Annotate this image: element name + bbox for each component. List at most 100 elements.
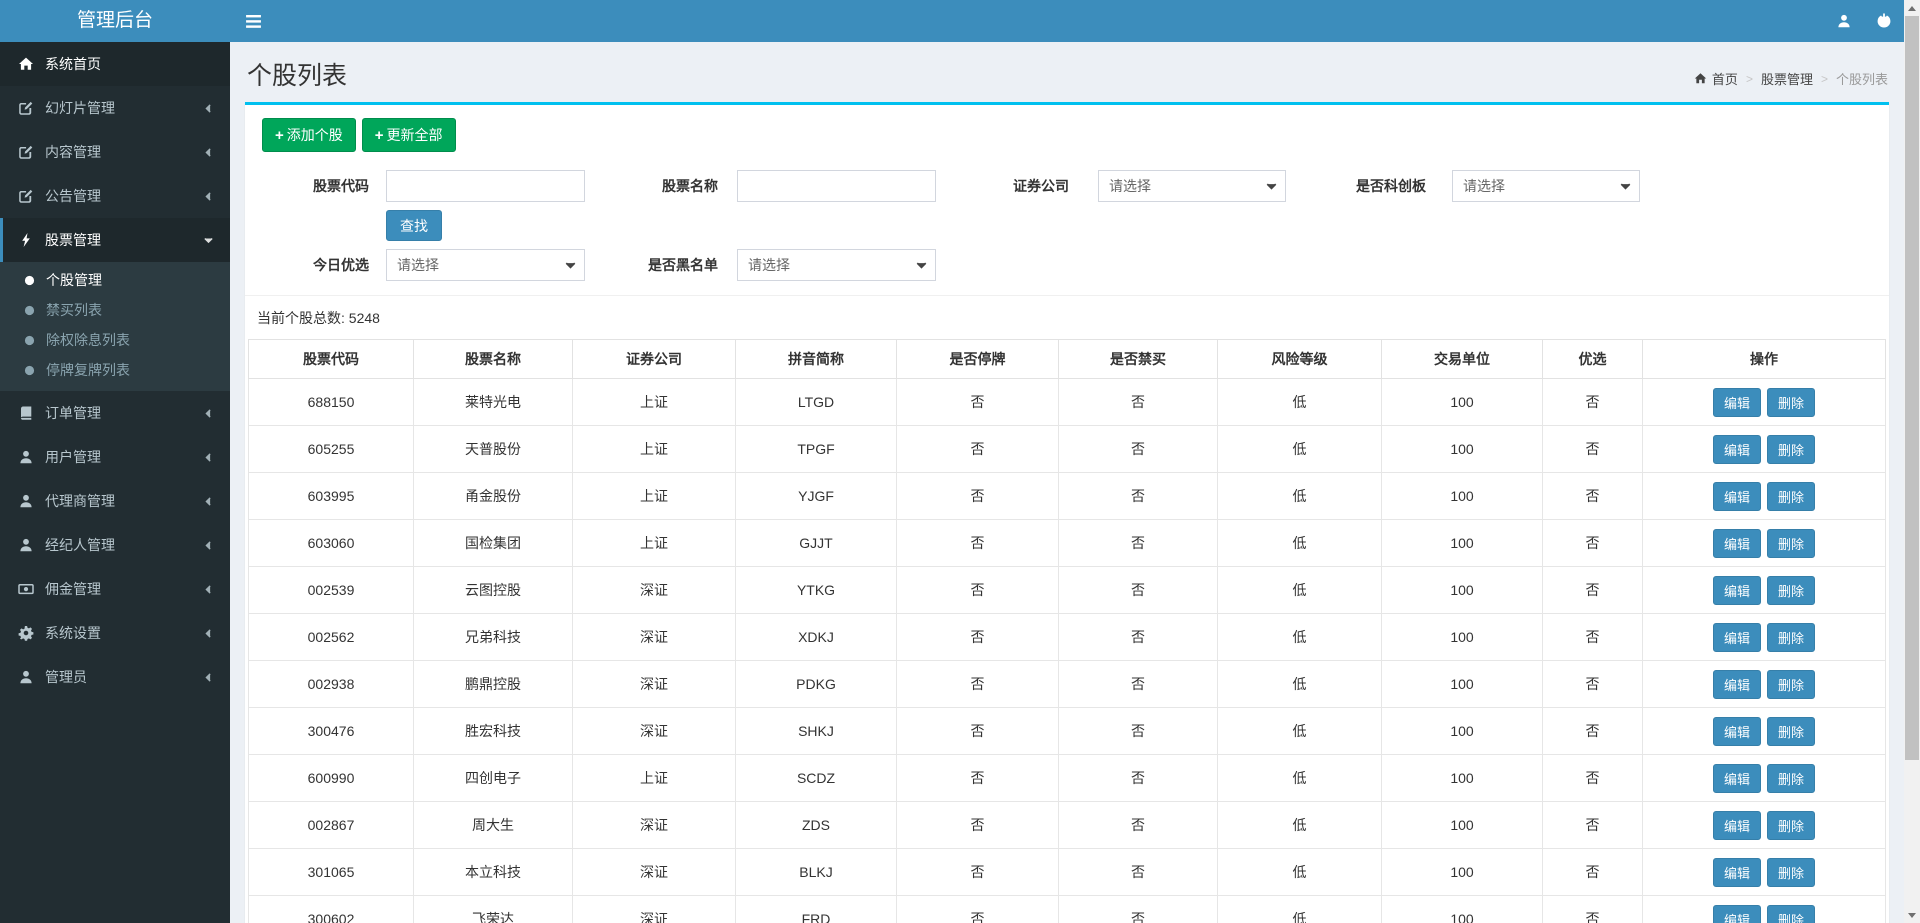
user-icon — [1836, 13, 1852, 29]
edit-button[interactable]: 编辑 — [1712, 669, 1761, 699]
edit-button[interactable]: 编辑 — [1712, 575, 1761, 605]
sidebar-item-admins[interactable]: 管理员 — [0, 655, 230, 699]
delete-button[interactable]: 删除 — [1767, 810, 1816, 840]
delete-button[interactable]: 删除 — [1767, 857, 1816, 887]
broker-label: 证券公司 — [1013, 178, 1069, 194]
column-header-actions: 操作 — [1642, 339, 1886, 379]
sidebar-subitem-xr-xd-list[interactable]: 除权除息列表 — [0, 325, 230, 355]
breadcrumb-item-2: 个股列表 — [1836, 69, 1888, 88]
delete-button[interactable]: 删除 — [1767, 622, 1816, 652]
cell-forbidden: 否 — [1058, 754, 1218, 802]
search-button[interactable]: 查找 — [386, 210, 442, 241]
delete-button[interactable]: 删除 — [1767, 716, 1816, 746]
cell-broker: 上证 — [572, 472, 736, 520]
sidebar-toggle-button[interactable] — [230, 0, 276, 42]
cell-stock-code: 603060 — [248, 519, 414, 567]
star-market-select[interactable]: 请选择 — [1452, 170, 1640, 202]
edit-button[interactable]: 编辑 — [1712, 387, 1761, 417]
sidebar-item-orders[interactable]: 订单管理 — [0, 391, 230, 435]
delete-button[interactable]: 删除 — [1767, 575, 1816, 605]
sidebar-item-commission[interactable]: 佣金管理 — [0, 567, 230, 611]
sidebar-item-agents[interactable]: 代理商管理 — [0, 479, 230, 523]
column-header-stock-name: 股票名称 — [413, 339, 573, 379]
cell-preferred: 否 — [1542, 613, 1643, 661]
gear-icon — [18, 625, 34, 641]
filter-row-1: 股票代码 股票名称 证券公司 请选择 是否科创板 请选择 — [255, 170, 1879, 202]
edit-button[interactable]: 编辑 — [1712, 763, 1761, 793]
admin-app: 管理后台 系统首页 幻灯片管理 内容管理 公告管理 股票管理 个股管理 禁买列表 除权除息列表… — [0, 0, 1920, 923]
edit-button[interactable]: 编辑 — [1712, 528, 1761, 558]
cell-actions: 编辑 删除 — [1642, 613, 1886, 661]
sidebar-item-home[interactable]: 系统首页 — [0, 42, 230, 86]
sidebar-item-users[interactable]: 用户管理 — [0, 435, 230, 479]
sidebar-subitem-forbidden-list[interactable]: 禁买列表 — [0, 295, 230, 325]
cell-forbidden: 否 — [1058, 566, 1218, 614]
sidebar-item-settings[interactable]: 系统设置 — [0, 611, 230, 655]
delete-button[interactable]: 删除 — [1767, 904, 1816, 923]
cell-actions: 编辑 删除 — [1642, 566, 1886, 614]
logout-button[interactable] — [1864, 0, 1904, 42]
cell-suspended: 否 — [896, 707, 1059, 755]
edit-button[interactable]: 编辑 — [1712, 716, 1761, 746]
sidebar-item-notice[interactable]: 公告管理 — [0, 174, 230, 218]
stock-code-input[interactable] — [386, 170, 585, 202]
edit-button[interactable]: 编辑 — [1712, 481, 1761, 511]
table-header-row: 股票代码 股票名称 证券公司 拼音简称 是否停牌 是否禁买 风险等级 交易单位 优选 操作 — [248, 339, 1886, 379]
search-row: 查找 — [386, 210, 1879, 241]
chevron-left-icon — [202, 539, 215, 552]
delete-button[interactable]: 删除 — [1767, 387, 1816, 417]
edit-button[interactable]: 编辑 — [1712, 857, 1761, 887]
stock-name-input[interactable] — [737, 170, 936, 202]
cell-stock-name: 鹏鼎控股 — [413, 660, 573, 708]
blacklist-select[interactable]: 请选择 — [737, 249, 936, 281]
delete-button[interactable]: 删除 — [1767, 763, 1816, 793]
edit-button[interactable]: 编辑 — [1712, 622, 1761, 652]
scrollbar-up-arrow[interactable] — [1904, 0, 1920, 16]
cell-broker: 深证 — [572, 707, 736, 755]
cell-stock-code: 300602 — [248, 895, 414, 923]
sidebar-subitem-stock-manage[interactable]: 个股管理 — [0, 265, 230, 295]
cell-broker: 上证 — [572, 425, 736, 473]
sidebar-item-stocks[interactable]: 股票管理 — [0, 218, 230, 262]
sidebar-item-label: 系统首页 — [45, 56, 101, 72]
edit-button[interactable]: 编辑 — [1712, 434, 1761, 464]
broker-select-value: 请选择 — [1109, 178, 1151, 194]
cell-actions: 编辑 删除 — [1642, 895, 1886, 923]
chevron-down-icon — [914, 258, 929, 273]
delete-button[interactable]: 删除 — [1767, 669, 1816, 699]
stock-count-label: 当前个股总数: — [257, 310, 345, 326]
delete-button[interactable]: 删除 — [1767, 481, 1816, 511]
breadcrumb-separator: > — [1820, 71, 1828, 86]
sidebar-menu: 系统首页幻灯片管理 内容管理公告管理股票管理 个股管理 禁买列表 除权除息列表停牌复牌列… — [0, 42, 230, 699]
delete-button[interactable]: 删除 — [1767, 528, 1816, 558]
delete-button[interactable]: 删除 — [1767, 434, 1816, 464]
edit-button[interactable]: 编辑 — [1712, 810, 1761, 840]
sidebar-item-label: 用户管理 — [45, 449, 101, 465]
sidebar-item-slides[interactable]: 幻灯片管理 — [0, 86, 230, 130]
broker-select[interactable]: 请选择 — [1098, 170, 1286, 202]
sidebar-subitem-suspend-list[interactable]: 停牌复牌列表 — [0, 355, 230, 385]
sidebar-item-label: 经纪人管理 — [45, 537, 115, 553]
app-logo[interactable]: 管理后台 — [0, 0, 230, 42]
cell-risk-level: 低 — [1217, 801, 1382, 849]
add-stock-button[interactable]: 添加个股 — [262, 118, 356, 152]
breadcrumb: 首页 > 股票管理 > 个股列表 — [1694, 69, 1888, 88]
user-menu-button[interactable] — [1824, 0, 1864, 42]
sidebar-subitem-label: 停牌复牌列表 — [46, 362, 130, 378]
scrollbar-thumb[interactable] — [1905, 16, 1919, 760]
scrollbar-down-arrow[interactable] — [1904, 907, 1920, 923]
cell-broker: 上证 — [572, 519, 736, 567]
breadcrumb-item-0[interactable]: 首页 — [1694, 69, 1738, 88]
sidebar-item-content[interactable]: 内容管理 — [0, 130, 230, 174]
cell-risk-level: 低 — [1217, 378, 1382, 426]
breadcrumb-label: 股票管理 — [1760, 72, 1813, 87]
sidebar-item-label: 公告管理 — [45, 188, 101, 204]
cell-trade-unit: 100 — [1381, 566, 1543, 614]
cell-broker: 上证 — [572, 378, 736, 426]
sidebar-item-brokers[interactable]: 经纪人管理 — [0, 523, 230, 567]
update-all-button[interactable]: 更新全部 — [361, 118, 456, 152]
breadcrumb-item-1[interactable]: 股票管理 — [1761, 69, 1813, 88]
today-preferred-select[interactable]: 请选择 — [386, 249, 585, 281]
edit-button[interactable]: 编辑 — [1712, 904, 1761, 923]
user-icon — [18, 669, 34, 685]
